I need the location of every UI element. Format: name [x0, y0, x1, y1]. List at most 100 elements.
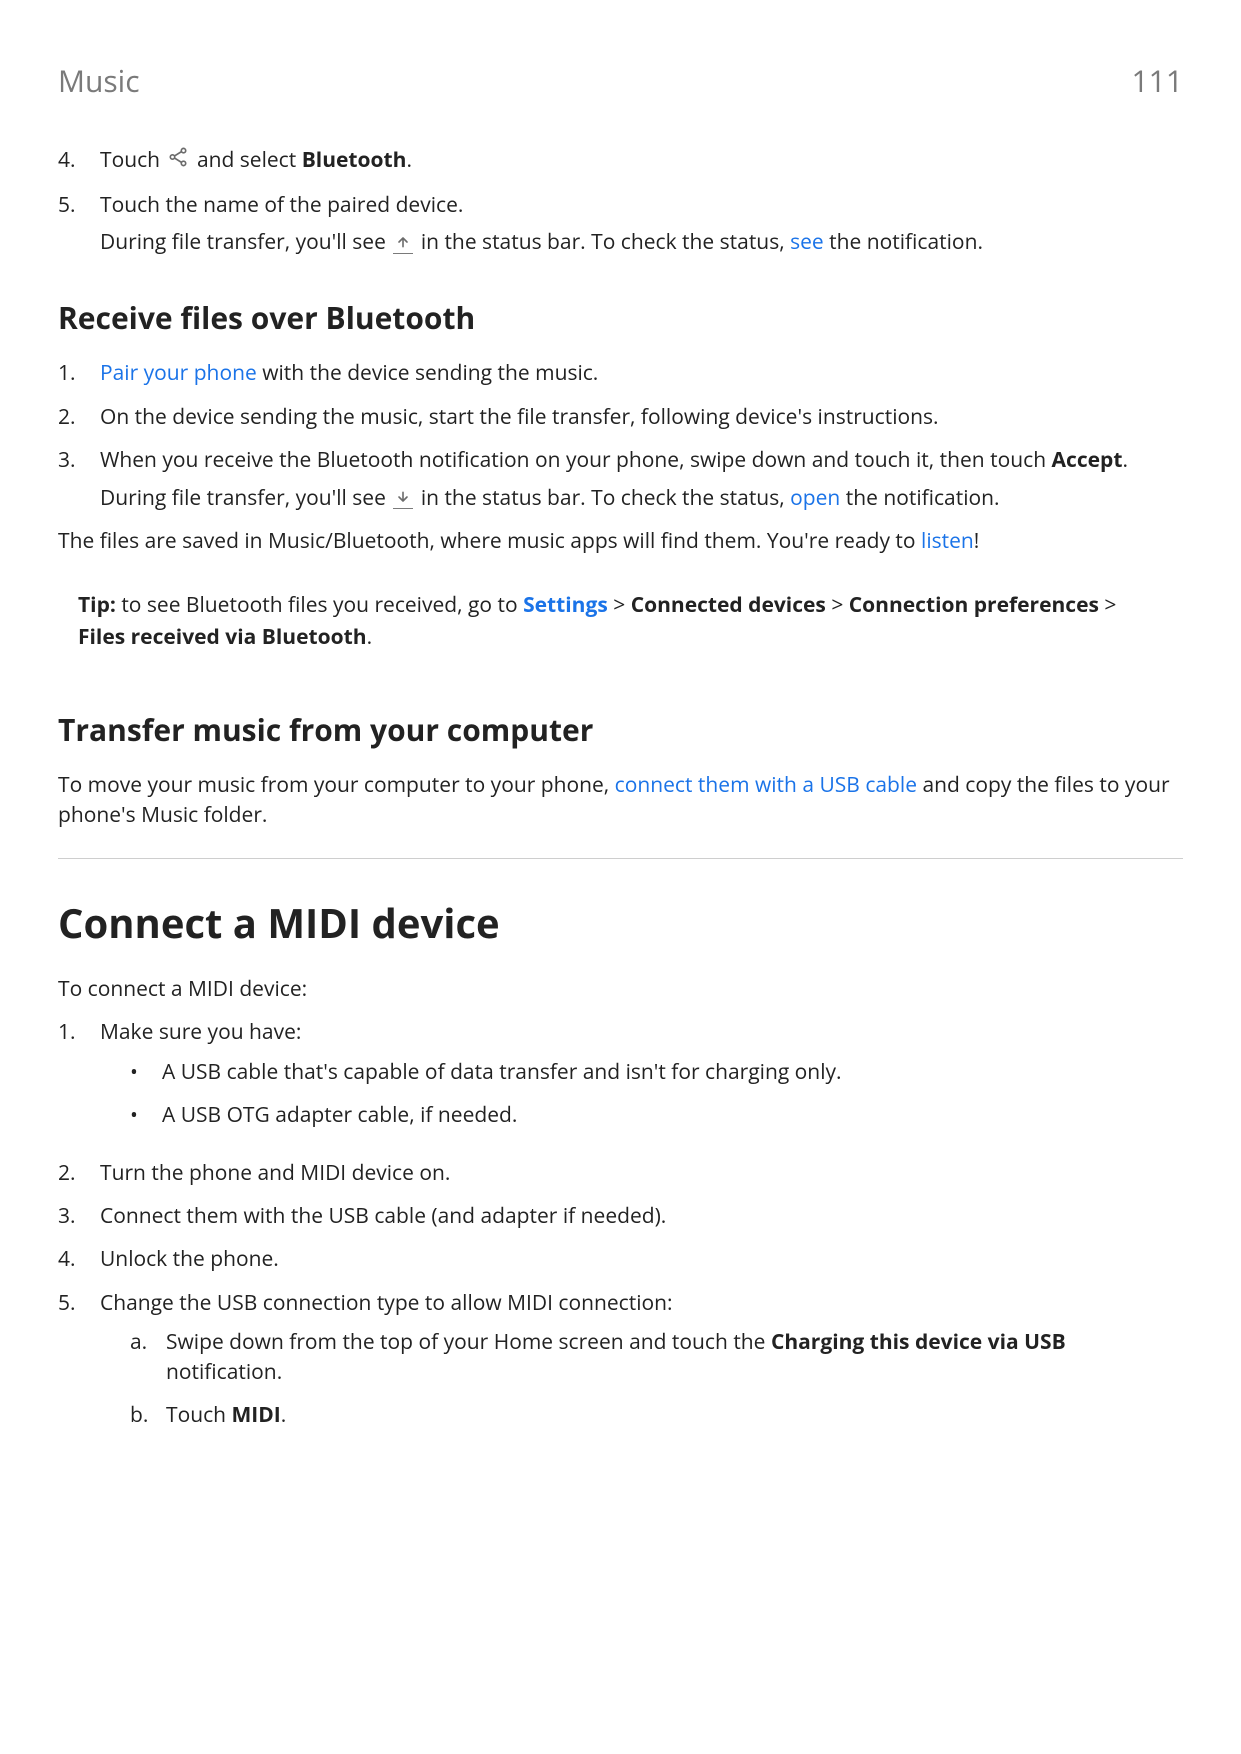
- text: Change the USB connection type to allow …: [100, 1289, 1183, 1318]
- tip-callout: Tip: to see Bluetooth files you received…: [58, 574, 1183, 669]
- sub-paragraph: During file transfer, you'll see in the …: [100, 484, 1183, 513]
- list-marker: 2.: [58, 403, 100, 432]
- list-content: Unlock the phone.: [100, 1245, 1183, 1274]
- list-marker: 5.: [58, 1289, 100, 1318]
- text: in the status bar. To check the status,: [415, 228, 790, 256]
- bullet-dot: •: [130, 1058, 162, 1087]
- list-content: Make sure you have: • A USB cable that's…: [100, 1018, 1183, 1144]
- connected-devices-label: Connected devices: [631, 591, 826, 619]
- upload-arrow-icon: [393, 233, 413, 254]
- connection-preferences-label: Connection preferences: [849, 591, 1099, 619]
- text: A USB cable that's capable of data trans…: [162, 1058, 842, 1087]
- text: Touch: [100, 146, 165, 174]
- header-page-number: 111: [1132, 60, 1183, 102]
- text: Swipe down from the top of your Home scr…: [166, 1328, 771, 1356]
- list-marker: 2.: [58, 1159, 100, 1188]
- text: .: [367, 623, 373, 651]
- list-item-5: 5. Touch the name of the paired device. …: [58, 191, 1183, 258]
- list-content: When you receive the Bluetooth notificat…: [100, 446, 1183, 513]
- midi-intro: To connect a MIDI device:: [58, 975, 1183, 1004]
- heading-midi: Connect a MIDI device: [58, 895, 1183, 951]
- ordered-list-receive: 1. Pair your phone with the device sendi…: [58, 359, 1183, 513]
- list-marker: 4.: [58, 1245, 100, 1274]
- accept-label: Accept: [1052, 446, 1123, 474]
- alpha-marker: a.: [130, 1328, 166, 1357]
- list-content: Turn the phone and MIDI device on.: [100, 1159, 1183, 1188]
- list-content: Touch the name of the paired device. Dur…: [100, 191, 1183, 258]
- list-content: Change the USB connection type to allow …: [100, 1289, 1183, 1445]
- list-content: Touch and select Bluetooth.: [100, 146, 1183, 177]
- list-item-4: 4. Unlock the phone.: [58, 1245, 1183, 1274]
- text: During file transfer, you'll see: [100, 484, 391, 512]
- text: the notification.: [840, 484, 999, 512]
- open-link[interactable]: open: [790, 484, 840, 512]
- bullet-list: • A USB cable that's capable of data tra…: [130, 1058, 1183, 1131]
- listen-link[interactable]: listen: [921, 527, 974, 555]
- page-header: Music 111: [58, 60, 1183, 102]
- list-item-3: 3. When you receive the Bluetooth notifi…: [58, 446, 1183, 513]
- text: to see Bluetooth files you received, go …: [116, 591, 523, 619]
- ordered-list-midi: 1. Make sure you have: • A USB cable tha…: [58, 1018, 1183, 1444]
- heading-transfer: Transfer music from your computer: [58, 709, 1183, 751]
- list-item-1: 1. Pair your phone with the device sendi…: [58, 359, 1183, 388]
- text: notification.: [166, 1358, 282, 1386]
- sub-paragraph: During file transfer, you'll see in the …: [100, 228, 1183, 257]
- text: During file transfer, you'll see: [100, 228, 391, 256]
- header-section-title: Music: [58, 60, 140, 102]
- list-item-2: 2. On the device sending the music, star…: [58, 403, 1183, 432]
- text-block: When you receive the Bluetooth notificat…: [100, 446, 1183, 475]
- list-marker: 1.: [58, 359, 100, 388]
- alpha-list: a. Swipe down from the top of your Home …: [130, 1328, 1183, 1430]
- settings-link[interactable]: Settings: [523, 591, 608, 619]
- list-item-3: 3. Connect them with the USB cable (and …: [58, 1202, 1183, 1231]
- text: >: [826, 591, 849, 619]
- text: The files are saved in Music/Bluetooth, …: [58, 527, 921, 555]
- alpha-item-b: b. Touch MIDI.: [130, 1401, 1183, 1430]
- text: in the status bar. To check the status,: [415, 484, 790, 512]
- text: To move your music from your computer to…: [58, 771, 615, 799]
- usb-cable-link[interactable]: connect them with a USB cable: [615, 771, 917, 799]
- alpha-content: Swipe down from the top of your Home scr…: [166, 1328, 1183, 1387]
- bluetooth-label: Bluetooth: [302, 146, 407, 174]
- charging-notif-label: Charging this device via USB: [771, 1328, 1066, 1356]
- alpha-marker: b.: [130, 1401, 166, 1430]
- bullet-dot: •: [130, 1101, 162, 1130]
- text: Touch the name of the paired device.: [100, 191, 1183, 220]
- list-item-2: 2. Turn the phone and MIDI device on.: [58, 1159, 1183, 1188]
- transfer-paragraph: To move your music from your computer to…: [58, 771, 1183, 830]
- bullet-item: • A USB OTG adapter cable, if needed.: [130, 1101, 1183, 1130]
- list-item-1: 1. Make sure you have: • A USB cable tha…: [58, 1018, 1183, 1144]
- list-content: On the device sending the music, start t…: [100, 403, 1183, 432]
- pair-phone-link[interactable]: Pair your phone: [100, 359, 257, 387]
- ordered-list-continued: 4. Touch and select Bluetooth. 5. Touch …: [58, 146, 1183, 257]
- midi-label: MIDI: [231, 1401, 280, 1429]
- saved-paragraph: The files are saved in Music/Bluetooth, …: [58, 527, 1183, 556]
- list-marker: 3.: [58, 446, 100, 475]
- bullet-item: • A USB cable that's capable of data tra…: [130, 1058, 1183, 1087]
- list-marker: 1.: [58, 1018, 100, 1047]
- list-marker: 4.: [58, 146, 100, 175]
- text: .: [406, 146, 412, 174]
- share-icon: [167, 146, 189, 176]
- list-item-4: 4. Touch and select Bluetooth.: [58, 146, 1183, 177]
- text: >: [1099, 591, 1116, 619]
- download-arrow-icon: [393, 488, 413, 509]
- text: and select: [191, 146, 301, 174]
- text: When you receive the Bluetooth notificat…: [100, 446, 1052, 474]
- text: !: [974, 527, 980, 555]
- text: .: [1122, 446, 1128, 474]
- text: Make sure you have:: [100, 1018, 1183, 1047]
- alpha-item-a: a. Swipe down from the top of your Home …: [130, 1328, 1183, 1387]
- list-content: Pair your phone with the device sending …: [100, 359, 1183, 388]
- text: Touch: [166, 1401, 231, 1429]
- text: the notification.: [824, 228, 983, 256]
- heading-receive: Receive files over Bluetooth: [58, 297, 1183, 339]
- text: with the device sending the music.: [257, 359, 599, 387]
- section-divider: [58, 858, 1183, 859]
- tip-label: Tip:: [78, 591, 116, 619]
- list-item-5: 5. Change the USB connection type to all…: [58, 1289, 1183, 1445]
- text: .: [281, 1401, 287, 1429]
- see-link[interactable]: see: [790, 228, 824, 256]
- page-content: Music 111 4. Touch and select Bluetooth.…: [0, 0, 1241, 1518]
- list-content: Connect them with the USB cable (and ada…: [100, 1202, 1183, 1231]
